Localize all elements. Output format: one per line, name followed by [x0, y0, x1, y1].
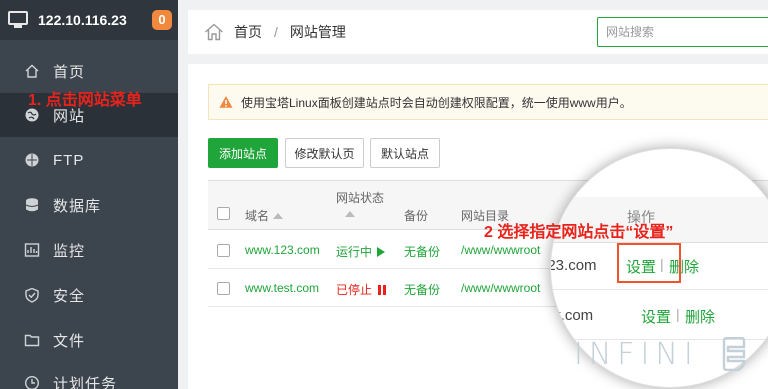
- zoomed-domain: st.com: [550, 307, 594, 324]
- home-icon: [24, 63, 40, 79]
- watermark-logo-icon: [718, 336, 750, 372]
- zoomed-domain: 123.com: [551, 257, 597, 274]
- sidebar-item-label: 安全: [53, 287, 86, 305]
- header-backup: 备份: [404, 209, 429, 223]
- row-backup[interactable]: 无备份: [404, 243, 440, 260]
- breadcrumb-separator: /: [274, 24, 278, 40]
- annotation-step-1: 1. 点击网站菜单: [28, 92, 142, 109]
- row-status[interactable]: 运行中: [336, 243, 386, 260]
- sort-icon: [273, 213, 284, 219]
- settings-highlight-box: [617, 243, 681, 283]
- sidebar-item-label: FTP: [53, 151, 85, 169]
- row-checkbox[interactable]: [217, 244, 230, 257]
- watermark-text: INFINI: [574, 337, 699, 372]
- sidebar-item-monitor[interactable]: 监控: [0, 228, 178, 272]
- header-status[interactable]: 网站状态: [336, 189, 384, 206]
- settings-link[interactable]: 设置: [641, 306, 671, 327]
- delete-link[interactable]: 删除: [685, 306, 715, 327]
- breadcrumb: 首页 / 网站管理: [188, 10, 768, 54]
- row-dir[interactable]: /www/wwwroot: [461, 281, 540, 295]
- warning-icon: [219, 95, 233, 109]
- notice-bar: 使用宝塔Linux面板创建站点时会自动创建权限配置，统一使用www用户。: [208, 84, 768, 120]
- server-bar[interactable]: 122.10.116.23 0: [0, 0, 178, 40]
- folder-icon: [24, 332, 40, 348]
- add-site-button[interactable]: 添加站点: [208, 138, 278, 168]
- server-ip: 122.10.116.23: [38, 12, 127, 28]
- edit-default-page-button[interactable]: 修改默认页: [285, 138, 364, 168]
- sidebar-item-label: 文件: [53, 332, 86, 350]
- sidebar: 122.10.116.23 0 首页 网站 FTP 数据库 监控 安全 文件 计…: [0, 0, 178, 389]
- breadcrumb-current: 网站管理: [289, 24, 346, 40]
- row-domain[interactable]: www.123.com: [245, 243, 320, 257]
- default-site-button[interactable]: 默认站点: [370, 138, 440, 168]
- action-separator: |: [676, 306, 680, 322]
- divider: [551, 289, 768, 290]
- clock-icon: [24, 375, 40, 389]
- breadcrumb-home[interactable]: 首页: [234, 22, 262, 42]
- notice-text: 使用宝塔Linux面板创建站点时会自动创建权限配置，统一使用www用户。: [241, 95, 632, 110]
- sidebar-item-cron[interactable]: 计划任务: [0, 361, 178, 389]
- select-all-checkbox[interactable]: [217, 207, 230, 220]
- pause-icon: [378, 285, 387, 295]
- sidebar-item-label: 监控: [53, 242, 86, 260]
- notification-badge[interactable]: 0: [152, 10, 172, 30]
- header-domain[interactable]: 域名: [245, 207, 284, 224]
- home-icon[interactable]: [204, 23, 224, 41]
- row-status[interactable]: 已停止: [336, 281, 387, 298]
- row-checkbox[interactable]: [217, 282, 230, 295]
- monitor-icon: [8, 11, 30, 29]
- ftp-icon: [24, 152, 40, 168]
- row-backup[interactable]: 无备份: [404, 281, 440, 298]
- sort-icon[interactable]: [341, 207, 355, 221]
- row-domain[interactable]: www.test.com: [245, 281, 319, 295]
- play-icon: [377, 247, 386, 257]
- sidebar-item-files[interactable]: 文件: [0, 318, 178, 362]
- monitor-icon: [24, 242, 40, 258]
- sidebar-item-label: 数据库: [53, 197, 102, 215]
- row-dir[interactable]: /www/wwwroot: [461, 243, 540, 257]
- sidebar-item-security[interactable]: 安全: [0, 273, 178, 317]
- sidebar-item-database[interactable]: 数据库: [0, 183, 178, 227]
- shield-icon: [24, 287, 40, 303]
- sidebar-item-ftp[interactable]: FTP: [0, 138, 178, 182]
- search-input[interactable]: [597, 17, 768, 47]
- annotation-step-2: 2 选择指定网站点击“设置”: [484, 224, 674, 241]
- sidebar-item-label: 首页: [53, 63, 86, 81]
- sidebar-item-label: 计划任务: [53, 375, 118, 389]
- database-icon: [24, 197, 40, 213]
